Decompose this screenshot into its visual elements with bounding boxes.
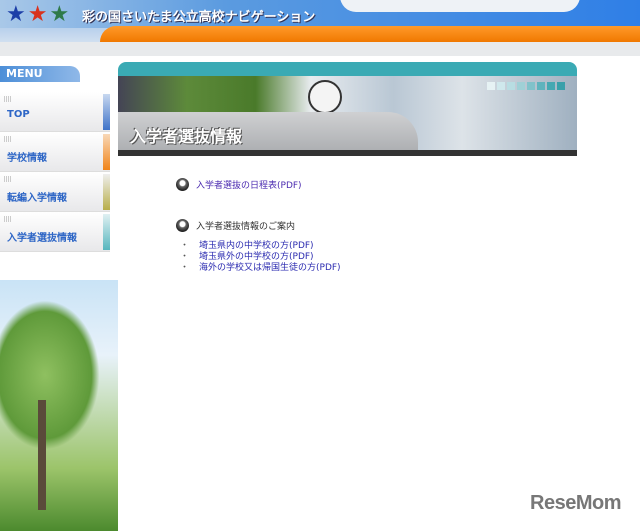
decorative-squares (487, 82, 565, 90)
sidebar-item-label: 学校情報 (7, 153, 47, 164)
dots-icon (4, 216, 12, 222)
dots-icon (4, 136, 12, 142)
site-logo[interactable]: ★ ★ ★ (6, 4, 69, 26)
guide-heading-item: 入学者選抜情報のご案内 (176, 219, 295, 232)
color-strip (103, 174, 110, 210)
overseas-pdf-link[interactable]: 海外の学校又は帰国生徒の方(PDF) (199, 263, 341, 273)
sidebar-item-admission[interactable]: 入学者選抜情報 (0, 212, 110, 252)
color-strip (103, 214, 110, 250)
header-tab (340, 0, 580, 12)
dots-icon (4, 176, 12, 182)
star-icon: ★ (49, 2, 70, 27)
guide-list-item: ・海外の学校又は帰国生徒の方(PDF) (180, 263, 341, 273)
page-title: 入学者選抜情報 (130, 127, 243, 146)
school-building-image: 入学者選抜情報 (118, 76, 577, 150)
menu: TOP 学校情報 転編入学情報 入学者選抜情報 (0, 92, 110, 252)
site-header: ★ ★ ★ 彩の国さいたま公立高校ナビゲーション (0, 0, 640, 56)
bullet-icon (176, 219, 189, 232)
schedule-item: 入学者選抜の日程表(PDF) (176, 178, 302, 191)
sidebar-item-label: 転編入学情報 (7, 193, 67, 204)
guide-heading: 入学者選抜情報のご案内 (196, 222, 296, 232)
tree-image (0, 280, 118, 531)
clock-icon (308, 80, 342, 114)
resemom-watermark: ReseMom (530, 492, 621, 514)
header-orange-band (100, 26, 640, 42)
page-banner: 入学者選抜情報 (118, 62, 577, 156)
header-gray-band (0, 42, 640, 56)
site-title[interactable]: 彩の国さいたま公立高校ナビゲーション (82, 6, 315, 25)
color-strip (103, 94, 110, 130)
star-icon: ★ (6, 2, 26, 27)
dots-icon (4, 96, 12, 102)
sidebar-item-label: 入学者選抜情報 (7, 233, 77, 244)
schedule-pdf-link[interactable]: 入学者選抜の日程表(PDF) (196, 178, 302, 191)
bullet-icon (176, 178, 189, 191)
sidebar-item-label: TOP (7, 109, 30, 120)
color-strip (103, 134, 110, 170)
sidebar-item-transfer[interactable]: 転編入学情報 (0, 172, 110, 212)
star-icon: ★ (27, 2, 48, 27)
sidebar-item-top[interactable]: TOP (0, 92, 110, 132)
sidebar-item-school-info[interactable]: 学校情報 (0, 132, 110, 172)
menu-title: MENU (0, 66, 80, 82)
